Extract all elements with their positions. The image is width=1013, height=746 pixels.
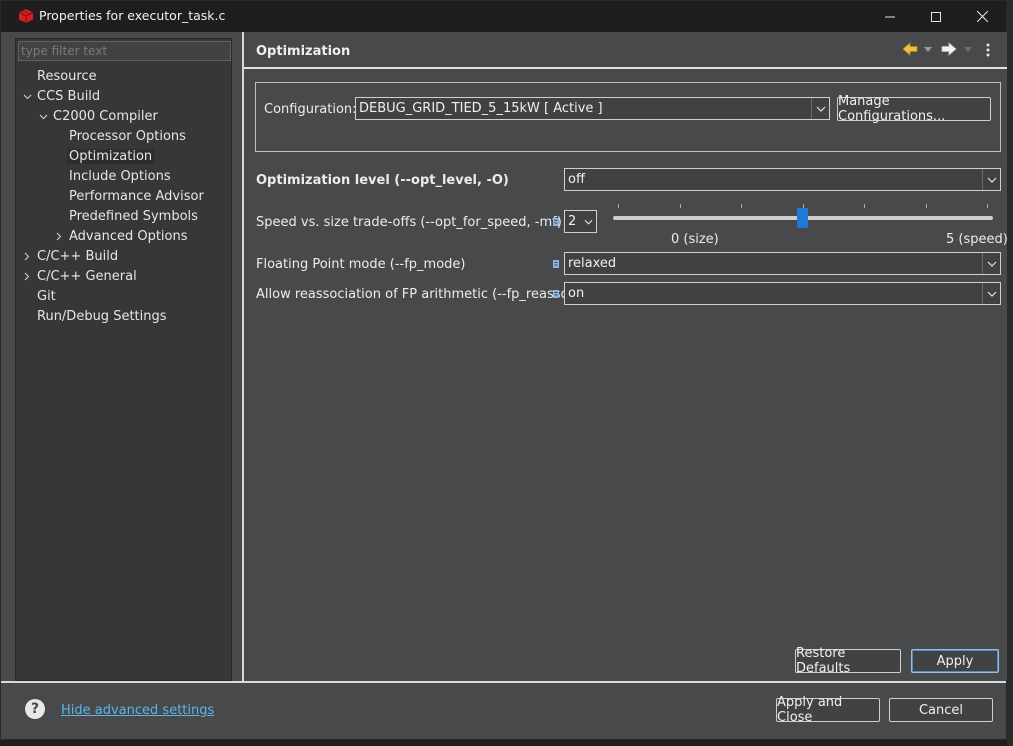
tree-item-cpp-build[interactable]: C/C++ Build (22, 247, 118, 266)
chevron-down-icon[interactable] (982, 169, 1000, 190)
background-window-edge (1007, 0, 1013, 746)
tree-item-resource[interactable]: Resource (37, 67, 97, 86)
tree-item-label: C/C++ Build (37, 249, 119, 264)
speed-size-combo[interactable]: 2 (564, 210, 597, 233)
chevron-right-icon[interactable] (54, 227, 64, 246)
chevron-down-icon[interactable] (982, 283, 1000, 304)
fp-reassoc-value: on (568, 286, 585, 301)
settings-panel: Optimization Configuration: DEBUG_GRID_T… (244, 32, 1008, 681)
tree-item-cpp-general[interactable]: C/C++ General (22, 267, 137, 286)
footer-separator (1, 681, 1006, 683)
title-separator (244, 67, 1007, 69)
close-icon (976, 11, 988, 22)
restore-defaults-button[interactable]: Restore Defaults (795, 646, 901, 676)
fp-reassoc-label: Allow reassociation of FP arithmetic (--… (256, 287, 581, 302)
chevron-down-icon[interactable] (38, 107, 48, 126)
tree-item-c2000-compiler[interactable]: C2000 Compiler (38, 107, 158, 126)
fp-mode-label: Floating Point mode (--fp_mode) (256, 257, 466, 272)
tree-item-run-debug-settings[interactable]: Run/Debug Settings (37, 307, 167, 326)
window-title: Properties for executor_task.c (39, 8, 226, 23)
title-bar: Properties for executor_task.c (1, 1, 1006, 32)
fp-reassoc-combo[interactable]: on (564, 282, 1001, 305)
manage-configurations-button[interactable]: Manage Configurations... (837, 94, 991, 124)
apply-and-close-button[interactable]: Apply and Close (776, 695, 880, 725)
opt-level-value: off (568, 172, 585, 187)
apply-button[interactable]: Apply (911, 649, 999, 673)
speed-size-slider-thumb[interactable] (797, 208, 808, 228)
slider-tick (864, 204, 865, 208)
field-decoration-icon (553, 218, 559, 226)
chevron-down-icon[interactable] (581, 211, 596, 232)
speed-size-label: Speed vs. size trade-offs (--opt_for_spe… (256, 215, 562, 230)
tree-item-git[interactable]: Git (37, 287, 56, 306)
fp-mode-value: relaxed (568, 256, 617, 271)
minimize-button[interactable] (867, 1, 913, 32)
chevron-down-icon[interactable] (982, 253, 1000, 274)
tree-item-label: Processor Options (69, 129, 186, 144)
tree-item-ccs-build[interactable]: CCS Build (22, 87, 100, 106)
tree-item-label: Resource (37, 69, 97, 84)
speed-size-value: 2 (568, 214, 577, 229)
tree-item-label: Advanced Options (69, 229, 188, 244)
hide-advanced-settings-link[interactable]: Hide advanced settings (61, 703, 214, 718)
opt-level-combo[interactable]: off (564, 168, 1001, 191)
slider-tick (741, 204, 742, 208)
maximize-button[interactable] (913, 1, 959, 32)
filter-input[interactable] (18, 41, 231, 61)
help-icon[interactable]: ? (25, 699, 45, 719)
configuration-combo[interactable]: DEBUG_GRID_TIED_5_15kW [ Active ] (355, 97, 830, 120)
slider-tick (926, 204, 927, 208)
tree-item-include-options[interactable]: Include Options (69, 167, 171, 186)
tree-item-label: CCS Build (37, 89, 101, 104)
close-button[interactable] (959, 1, 1005, 32)
configuration-value: DEBUG_GRID_TIED_5_15kW [ Active ] (359, 101, 603, 116)
forward-arrow-icon[interactable] (941, 42, 957, 56)
configuration-label: Configuration: (264, 102, 357, 117)
cancel-button[interactable]: Cancel (889, 698, 993, 722)
field-decoration-icon (553, 290, 559, 298)
minimize-icon (885, 16, 895, 17)
back-arrow-icon[interactable] (902, 42, 918, 56)
fp-mode-combo[interactable]: relaxed (564, 252, 1001, 275)
more-menu-icon[interactable] (986, 43, 990, 57)
chevron-right-icon[interactable] (22, 267, 32, 286)
chevron-down-icon[interactable] (22, 87, 32, 106)
forward-history-dropdown-icon[interactable] (964, 47, 972, 52)
slider-tick (987, 204, 988, 208)
tree-item-label: Optimization (67, 149, 155, 164)
chevron-down-icon[interactable] (811, 98, 829, 119)
slider-min-label: 0 (size) (671, 232, 719, 247)
ccs-cube-icon (18, 9, 34, 23)
page-title: Optimization (256, 44, 351, 59)
chevron-right-icon[interactable] (22, 247, 32, 266)
tree-item-advanced-options[interactable]: Advanced Options (54, 227, 188, 246)
tree-item-label: Predefined Symbols (69, 209, 198, 224)
tree-item-label: C/C++ General (37, 269, 137, 284)
tree-item-label: C2000 Compiler (53, 109, 158, 124)
tree-item-label: Include Options (69, 169, 171, 184)
field-decoration-icon (553, 260, 559, 268)
back-history-dropdown-icon[interactable] (924, 47, 932, 52)
tree-item-performance-advisor[interactable]: Performance Advisor (69, 187, 204, 206)
tree-item-predefined-symbols[interactable]: Predefined Symbols (69, 207, 198, 226)
slider-tick (618, 204, 619, 208)
navigation-panel: Resource CCS Build C2000 Compiler Proces… (15, 38, 232, 681)
tree-item-label: Run/Debug Settings (37, 309, 167, 324)
maximize-icon (931, 11, 941, 22)
properties-dialog: Properties for executor_task.c Resource … (0, 0, 1008, 740)
tree-item-optimization[interactable]: Optimization (67, 147, 155, 166)
tree-item-label: Git (37, 289, 56, 304)
slider-tick (680, 204, 681, 208)
tree-item-label: Performance Advisor (69, 189, 204, 204)
slider-max-label: 5 (speed) (946, 232, 1008, 247)
opt-level-label: Optimization level (--opt_level, -O) (256, 173, 509, 188)
tree-item-processor-options[interactable]: Processor Options (69, 127, 186, 146)
